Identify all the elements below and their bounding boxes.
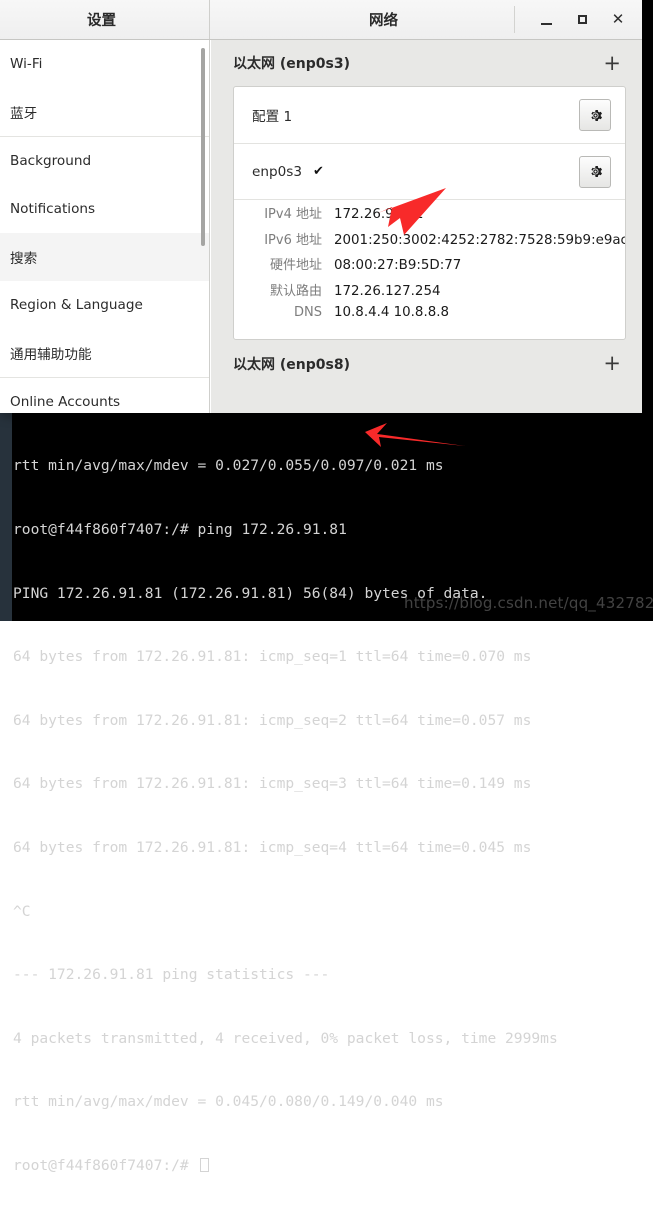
detail-value: 2001:250:3002:4252:2782:7528:59b9:e9ac: [334, 232, 626, 248]
terminal-cursor: [199, 1157, 209, 1172]
minimize-button[interactable]: [528, 4, 564, 36]
control-separator: [514, 6, 515, 33]
detail-key: IPv4 地址: [264, 207, 322, 222]
detail-key: IPv6 地址: [264, 232, 322, 248]
detail-value: 08:00:27:B9:5D:77: [334, 258, 462, 273]
sidebar-item-label: Wi-Fi: [10, 56, 43, 72]
sidebar-item-background[interactable]: Background: [0, 137, 209, 185]
ethernet-enp0s3-header: 以太网 (enp0s3) +: [211, 40, 642, 86]
close-button[interactable]: ✕: [600, 4, 636, 36]
detail-hardware-address: 硬件地址 08:00:27:B9:5D:77: [252, 254, 611, 280]
ethernet-enp0s8-header: 以太网 (enp0s8) +: [211, 341, 642, 387]
profile-name: 配置 1: [252, 109, 293, 125]
detail-key: 默认路由: [269, 283, 322, 299]
terminal-line: rtt min/avg/max/mdev = 0.045/0.080/0.149…: [13, 1093, 444, 1111]
settings-sidebar[interactable]: Wi-Fi 蓝牙 Background Notifications 搜索 Reg…: [0, 40, 210, 413]
sidebar-item-label: Notifications: [10, 201, 96, 217]
detail-dns: DNS 10.8.4.4 10.8.8.8: [252, 305, 611, 331]
terminal-line: 4 packets transmitted, 4 received, 0% pa…: [13, 1029, 558, 1047]
title-bar[interactable]: 设置 网络 ✕: [0, 0, 642, 40]
sidebar-item-label: 蓝牙: [10, 106, 38, 122]
section-heading: 以太网 (enp0s3): [233, 56, 350, 72]
ethernet-enp0s3-card: 配置 1 enp0s3 ✔ IPv4 地址 172.26.91.81 IPv6 …: [233, 86, 626, 340]
close-icon: ✕: [611, 10, 625, 28]
connected-check-icon: ✔: [313, 164, 324, 179]
sidebar-scrollbar[interactable]: [201, 48, 205, 246]
sidebar-item-wifi[interactable]: Wi-Fi: [0, 40, 209, 88]
maximize-button[interactable]: [564, 4, 600, 36]
terminal-prompt-line: root@f44f860f7407:/#: [13, 1155, 653, 1176]
settings-window[interactable]: 设置 网络 ✕ Wi-Fi 蓝牙 Background Notification…: [0, 0, 642, 413]
network-content: 以太网 (enp0s3) + 配置 1 enp0s3 ✔ IPv4 地址 172…: [211, 40, 642, 413]
terminal-line: 64 bytes from 172.26.91.81: icmp_seq=4 t…: [13, 838, 532, 856]
sidebar-item-bluetooth[interactable]: 蓝牙: [0, 88, 209, 136]
sidebar-item-search[interactable]: 搜索: [0, 233, 209, 281]
sidebar-item-label: Online Accounts: [10, 394, 121, 410]
terminal-line: root@f44f860f7407:/# ping 172.26.91.81: [13, 521, 347, 538]
terminal-prompt: root@f44f860f7407:/#: [13, 1156, 198, 1174]
device-name: enp0s3 ✔: [252, 164, 324, 180]
detail-value: 172.26.127.254: [334, 283, 441, 299]
sidebar-item-label: 通用辅助功能: [10, 347, 92, 363]
detail-default-route: 默认路由 172.26.127.254: [252, 280, 611, 306]
settings-title: 设置: [87, 13, 116, 29]
device-row[interactable]: enp0s3 ✔: [234, 143, 625, 199]
detail-key: DNS: [294, 305, 322, 320]
terminal-output: rtt min/avg/max/mdev = 0.027/0.055/0.097…: [13, 413, 653, 1219]
sidebar-item-region-language[interactable]: Region & Language: [0, 281, 209, 329]
add-connection-button[interactable]: +: [597, 351, 627, 376]
terminal-line: 64 bytes from 172.26.91.81: icmp_seq=2 t…: [13, 711, 532, 729]
window-controls: ✕: [514, 0, 636, 39]
add-connection-button[interactable]: +: [597, 51, 627, 76]
sidebar-item-label: Background: [10, 153, 92, 169]
network-title-pane: 网络 ✕: [211, 0, 642, 39]
gear-icon: [590, 166, 602, 177]
detail-ipv4: IPv4 地址 172.26.91.81: [252, 203, 611, 229]
watermark-text: https://blog.csdn.net/qq_43278234: [404, 594, 653, 612]
terminal-line: 64 bytes from 172.26.91.81: icmp_seq=3 t…: [13, 775, 532, 793]
terminal-line: 64 bytes from 172.26.91.81: icmp_seq=1 t…: [13, 648, 532, 666]
profile-row[interactable]: 配置 1: [234, 87, 625, 143]
profile-settings-button[interactable]: [579, 99, 611, 131]
sidebar-item-label: Region & Language: [10, 297, 143, 313]
detail-value: 172.26.91.81: [334, 207, 424, 222]
detail-key: 硬件地址: [269, 258, 322, 273]
detail-value: 10.8.4.4 10.8.8.8: [334, 305, 449, 320]
terminal-line: rtt min/avg/max/mdev = 0.027/0.055/0.097…: [13, 457, 444, 475]
sidebar-item-label: 搜索: [10, 251, 38, 267]
detail-ipv6: IPv6 地址 2001:250:3002:4252:2782:7528:59b…: [252, 229, 625, 255]
device-settings-button[interactable]: [579, 155, 611, 188]
sidebar-item-universal-access[interactable]: 通用辅助功能: [0, 329, 209, 377]
terminal-line: --- 172.26.91.81 ping statistics ---: [13, 966, 330, 984]
device-name-text: enp0s3: [252, 163, 302, 180]
sidebar-item-notifications[interactable]: Notifications: [0, 185, 209, 233]
terminal-line: ^C: [13, 902, 31, 920]
gear-icon: [590, 109, 602, 121]
connection-details: IPv4 地址 172.26.91.81 IPv6 地址 2001:250:30…: [234, 199, 625, 339]
section-heading: 以太网 (enp0s8): [233, 356, 350, 373]
sidebar-item-online-accounts[interactable]: Online Accounts: [0, 378, 209, 413]
